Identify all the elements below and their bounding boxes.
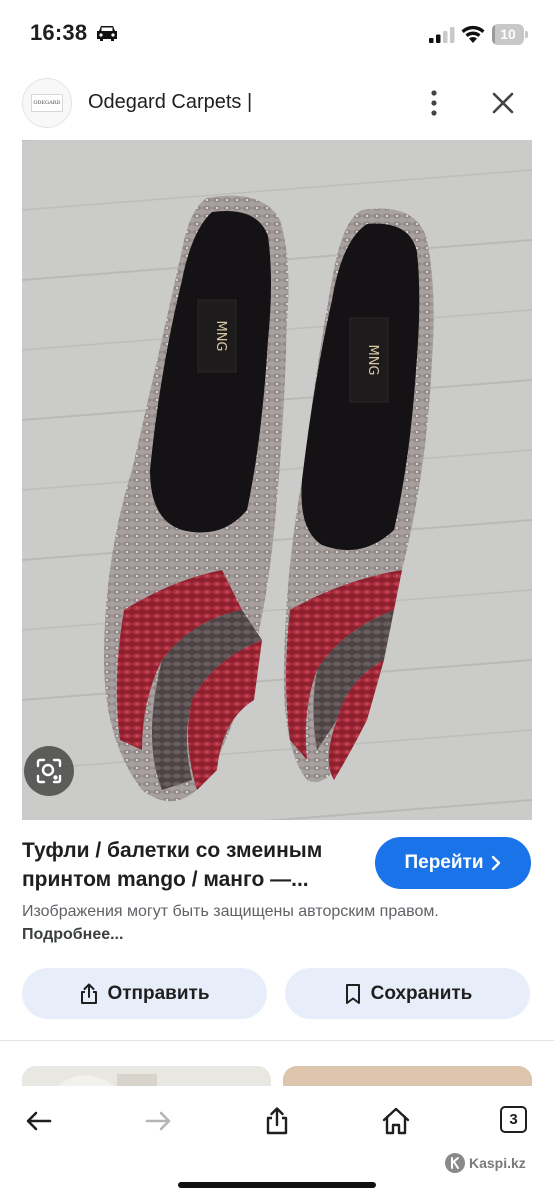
browser-toolbar: 3 Kaspi.kz <box>0 1086 554 1200</box>
product-image[interactable]: MNG MNG <box>22 140 532 820</box>
site-logo-text: ODEGARD <box>31 94 63 112</box>
status-bar: 16:38 10 <box>0 0 554 66</box>
forward-arrow-icon[interactable] <box>143 1106 173 1136</box>
save-label: Сохранить <box>370 982 473 1004</box>
tabs-count-button[interactable]: 3 <box>500 1106 527 1133</box>
chevron-right-icon <box>491 855 500 871</box>
watermark: Kaspi.kz <box>445 1153 526 1173</box>
back-arrow-icon[interactable] <box>24 1106 54 1136</box>
share-icon[interactable] <box>262 1106 292 1136</box>
learn-more-link[interactable]: Подробнее... <box>22 926 123 943</box>
result-title[interactable]: Туфли / балетки со змеиным принтом mango… <box>22 836 352 894</box>
snake-print-flats-image: MNG MNG <box>22 140 532 820</box>
close-icon[interactable] <box>489 89 517 117</box>
section-divider <box>0 1040 554 1041</box>
car-icon <box>97 26 117 41</box>
watermark-text: Kaspi.kz <box>469 1155 526 1171</box>
source-title[interactable]: Odegard Carpets | <box>88 91 252 114</box>
visit-button[interactable]: Перейти <box>375 837 531 889</box>
copyright-notice: Изображения могут быть защищены авторски… <box>22 900 442 946</box>
insole-brand-right: MNG <box>365 344 380 375</box>
cellular-signal-icon <box>429 27 455 43</box>
insole-brand-left: MNG <box>213 320 228 351</box>
battery-level: 10 <box>500 26 516 42</box>
kaspi-logo-icon <box>445 1153 465 1173</box>
share-label: Отправить <box>107 982 210 1004</box>
source-header: ODEGARD Odegard Carpets | <box>0 72 554 134</box>
home-icon[interactable] <box>381 1106 411 1136</box>
share-button[interactable]: Отправить <box>22 968 267 1019</box>
battery-indicator: 10 <box>492 24 528 45</box>
status-time: 16:38 <box>30 20 88 45</box>
lens-icon <box>36 758 62 784</box>
site-logo[interactable]: ODEGARD <box>22 78 72 128</box>
save-button[interactable]: Сохранить <box>285 968 530 1019</box>
lens-search-button[interactable] <box>24 746 74 796</box>
copyright-text: Изображения могут быть защищены авторски… <box>22 903 439 920</box>
visit-label: Перейти <box>404 852 484 873</box>
more-options-icon[interactable] <box>424 89 444 117</box>
wifi-icon <box>461 25 485 43</box>
share-icon <box>81 983 98 1004</box>
bookmark-icon <box>345 983 360 1004</box>
home-indicator[interactable] <box>178 1182 376 1188</box>
